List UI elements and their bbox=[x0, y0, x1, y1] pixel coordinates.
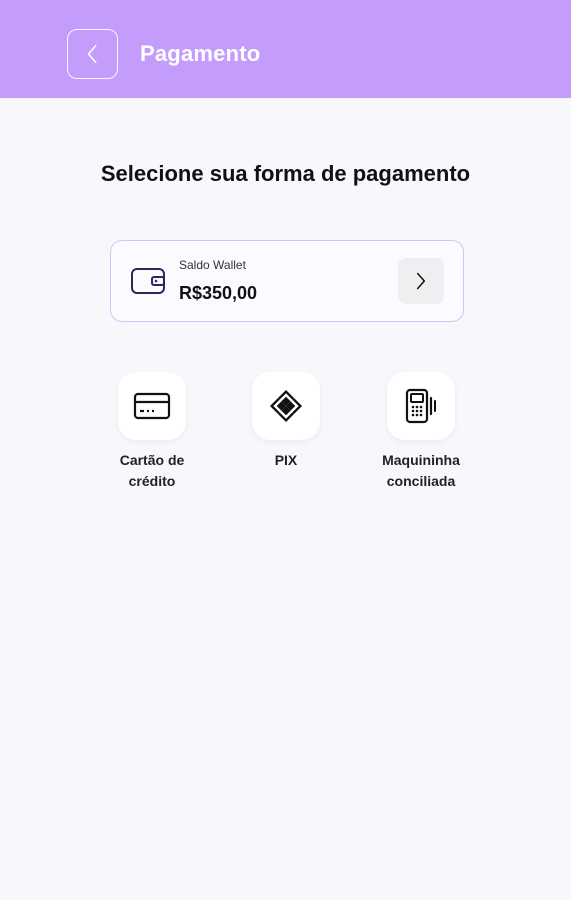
wallet-amount: R$350,00 bbox=[179, 283, 258, 303]
card-machine-icon bbox=[405, 388, 436, 424]
pix-icon bbox=[270, 390, 302, 422]
wallet-balance-card[interactable]: Saldo Wallet R$350,00 bbox=[110, 240, 464, 322]
pix-icon-tile[interactable] bbox=[252, 372, 320, 440]
back-button[interactable] bbox=[67, 29, 118, 79]
payment-method-credit-card[interactable]: Cartão de crédito bbox=[97, 372, 207, 492]
method-label: Cartão de crédito bbox=[120, 450, 185, 492]
payment-method-card-machine[interactable]: Maquininha conciliada bbox=[366, 372, 476, 492]
method-label-line1: Maquininha bbox=[382, 452, 460, 468]
method-label-line1: PIX bbox=[274, 452, 298, 468]
method-label-line1: Cartão de bbox=[119, 452, 185, 468]
card-machine-icon-tile[interactable] bbox=[387, 372, 455, 440]
app-header: Pagamento bbox=[0, 0, 571, 98]
page-title: Selecione sua forma de pagamento bbox=[100, 161, 471, 186]
chevron-left-icon bbox=[87, 45, 96, 63]
wallet-open-button[interactable] bbox=[398, 258, 444, 304]
credit-card-icon-tile[interactable] bbox=[118, 372, 186, 440]
method-label-line2: conciliada bbox=[386, 473, 456, 489]
method-label-line2: crédito bbox=[128, 473, 176, 489]
method-label: Maquininha conciliada bbox=[382, 450, 460, 492]
method-label: PIX bbox=[275, 450, 298, 471]
payment-method-pix[interactable]: PIX bbox=[231, 372, 341, 471]
chevron-right-icon bbox=[416, 272, 426, 290]
credit-card-icon bbox=[133, 392, 171, 420]
header-title: Pagamento bbox=[140, 41, 261, 66]
wallet-icon bbox=[131, 268, 165, 294]
wallet-label: Saldo Wallet bbox=[179, 258, 246, 272]
